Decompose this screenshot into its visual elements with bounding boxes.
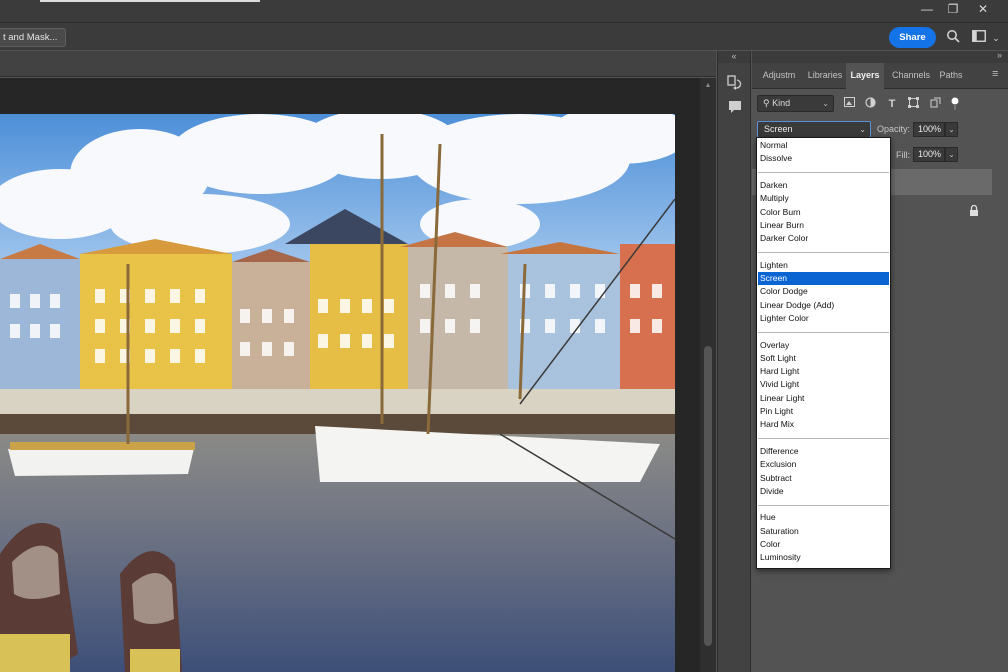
blend-mode-option[interactable]: Color	[758, 538, 889, 551]
blend-mode-option[interactable]: Linear Dodge (Add)	[758, 299, 889, 312]
blend-mode-option[interactable]: Darker Color	[758, 232, 889, 245]
collapse-icons-button[interactable]: «	[718, 51, 750, 63]
collapse-panel-icon[interactable]: »	[997, 50, 1002, 60]
history-icon[interactable]	[727, 75, 743, 91]
opacity-input[interactable]: 100%	[913, 122, 945, 137]
scroll-up-arrow-icon[interactable]: ▲	[703, 82, 713, 92]
blend-mode-option[interactable]: Subtract	[758, 472, 889, 485]
fill-chevron-icon[interactable]: ⌄	[945, 147, 958, 162]
blend-mode-option[interactable]: Hard Light	[758, 365, 889, 378]
minimize-button[interactable]: —	[914, 0, 940, 18]
menu-separator	[758, 172, 889, 174]
options-bar: t and Mask... Share ⌄	[0, 22, 1008, 50]
fill-input[interactable]: 100%	[913, 147, 945, 162]
scrollbar-thumb[interactable]	[704, 346, 712, 646]
share-button[interactable]: Share	[889, 27, 936, 48]
tab-layers[interactable]: Layers	[846, 63, 884, 89]
close-button[interactable]: ✕	[970, 0, 996, 18]
panel-icon-strip: «	[717, 51, 751, 672]
vertical-scrollbar[interactable]: ▲	[700, 78, 716, 672]
blend-mode-option[interactable]: Hue	[758, 511, 889, 524]
menu-separator	[758, 331, 889, 333]
panel-collapse-bar[interactable]: »	[752, 50, 1008, 63]
menu-separator	[758, 438, 889, 440]
blend-mode-option[interactable]: Screen	[758, 272, 889, 286]
blend-mode-option[interactable]: Soft Light	[758, 352, 889, 365]
canvas-image[interactable]	[0, 114, 675, 672]
layer-filter-row: ⚲ Kind ⌄ T	[752, 91, 1008, 117]
panel-tabs: Adjustm Libraries Layers Channels Paths …	[752, 63, 1008, 89]
blend-mode-option[interactable]: Linear Burn	[758, 219, 889, 232]
blend-mode-option[interactable]: Color Burn	[758, 206, 889, 219]
tab-adjustments[interactable]: Adjustm	[757, 63, 801, 89]
panel-menu-icon[interactable]: ≡	[992, 68, 1004, 82]
restore-button[interactable]: ❐	[940, 0, 966, 18]
kind-label: Kind	[772, 98, 791, 108]
blend-mode-select[interactable]: Screen ⌄	[757, 121, 871, 138]
shape-layer-filter-icon[interactable]	[906, 97, 920, 111]
blend-mode-option[interactable]: Divide	[758, 485, 889, 498]
menu-separator	[758, 252, 889, 254]
blend-mode-option[interactable]: Dissolve	[758, 152, 889, 165]
filter-toggle-icon[interactable]	[948, 97, 962, 111]
blend-mode-option[interactable]: Luminosity	[758, 551, 889, 564]
blend-mode-option[interactable]: Darken	[758, 179, 889, 192]
lock-icon	[968, 204, 980, 217]
type-layer-filter-icon[interactable]: T	[885, 97, 899, 111]
document-tab-indicator	[40, 0, 260, 2]
chevron-down-icon: ⌄	[822, 99, 829, 108]
blend-mode-option[interactable]: Color Dodge	[758, 285, 889, 298]
tab-paths[interactable]: Paths	[936, 63, 966, 89]
search-icon[interactable]	[944, 29, 962, 47]
blend-mode-option[interactable]: Overlay	[758, 339, 889, 352]
document-tab-bar	[0, 51, 716, 77]
blend-mode-option[interactable]: Difference	[758, 445, 889, 458]
blend-mode-option[interactable]: Lighter Color	[758, 312, 889, 325]
search-icon: ⚲	[763, 98, 770, 108]
adjustment-layer-filter-icon[interactable]	[863, 97, 877, 111]
blend-mode-option[interactable]: Exclusion	[758, 458, 889, 471]
tab-channels[interactable]: Channels	[890, 63, 932, 89]
workspace-chevron-icon[interactable]: ⌄	[990, 29, 1002, 47]
blend-mode-option[interactable]: Normal	[758, 139, 889, 152]
comments-icon[interactable]	[727, 99, 743, 115]
blend-mode-dropdown[interactable]: Normal Dissolve Darken Multiply Color Burn Li…	[756, 137, 891, 569]
blend-mode-option[interactable]: Hard Mix	[758, 418, 889, 431]
blend-mode-option[interactable]: Linear Light	[758, 392, 889, 405]
pixel-layer-filter-icon[interactable]	[842, 97, 856, 111]
select-and-mask-button[interactable]: t and Mask...	[0, 28, 67, 47]
opacity-chevron-icon[interactable]: ⌄	[945, 122, 958, 137]
menu-separator	[758, 504, 889, 506]
opacity-label: Opacity:	[877, 124, 911, 134]
smart-object-filter-icon[interactable]	[928, 97, 942, 111]
fill-label: Fill:	[896, 150, 910, 160]
workspace-layout-icon[interactable]	[970, 29, 988, 47]
blend-mode-option[interactable]: Saturation	[758, 525, 889, 538]
title-bar: — ❐ ✕	[0, 0, 1008, 22]
blend-mode-value: Screen	[764, 124, 793, 134]
blend-mode-option[interactable]: Lighten	[758, 259, 889, 272]
blend-mode-option[interactable]: Multiply	[758, 192, 889, 205]
blend-mode-option[interactable]: Vivid Light	[758, 378, 889, 391]
chevron-down-icon: ⌄	[859, 125, 866, 134]
layer-kind-filter[interactable]: ⚲ Kind ⌄	[757, 95, 834, 112]
tab-libraries[interactable]: Libraries	[804, 63, 846, 89]
blend-mode-option[interactable]: Pin Light	[758, 405, 889, 418]
